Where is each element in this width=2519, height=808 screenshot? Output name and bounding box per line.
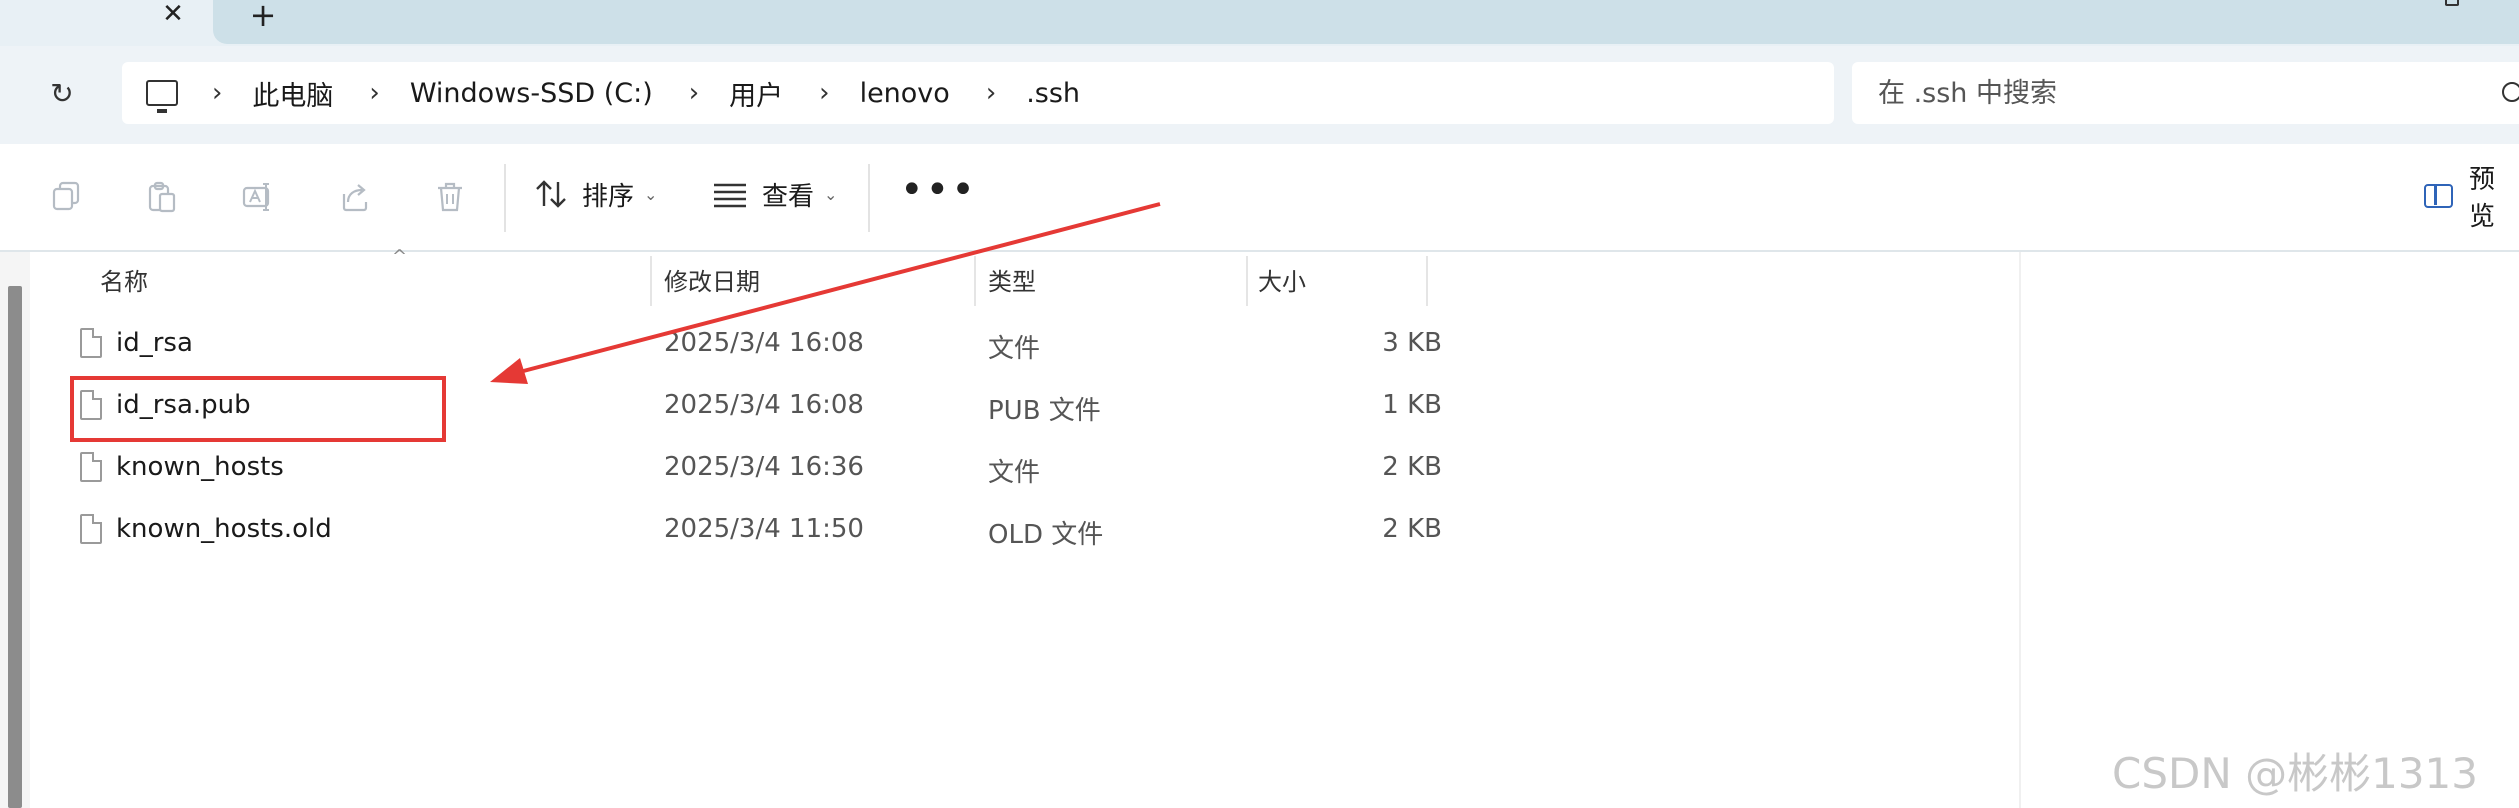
watermark-text: CSDN @彬彬1313 xyxy=(2112,749,2478,798)
annotation-arrow xyxy=(490,202,1161,384)
